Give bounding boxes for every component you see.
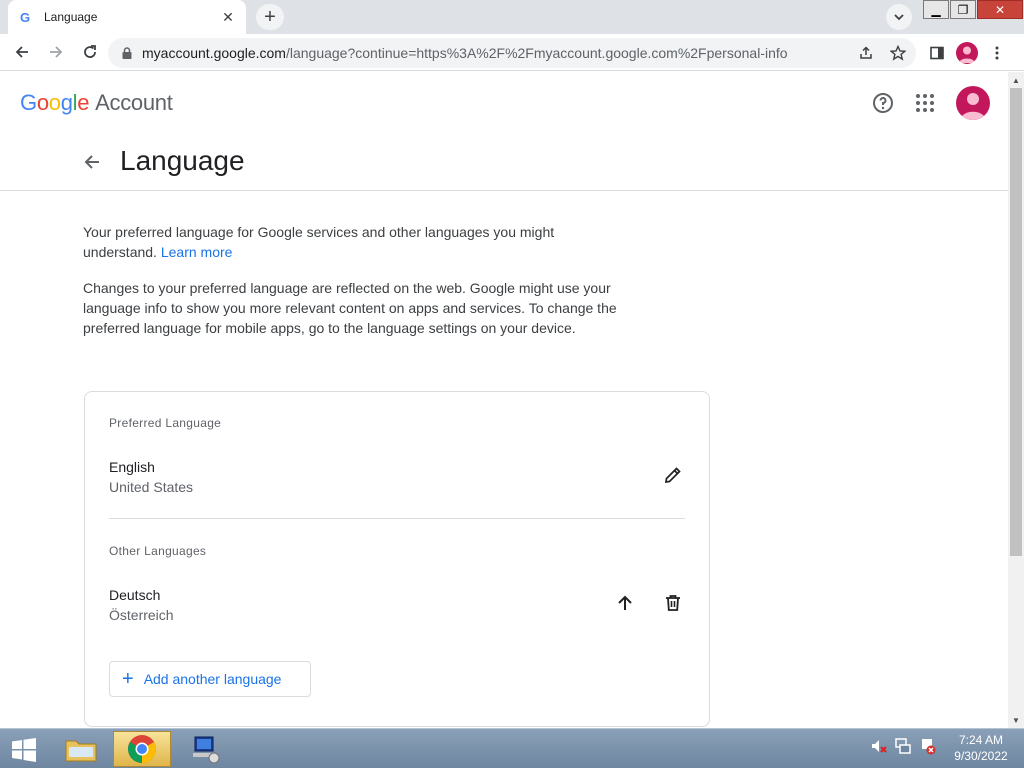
page-title: Language bbox=[120, 145, 245, 176]
close-icon[interactable]: ✕ bbox=[220, 9, 236, 25]
bookmark-button[interactable] bbox=[884, 39, 912, 67]
other-language-region: Österreich bbox=[109, 607, 174, 623]
file-explorer-taskbar-button[interactable] bbox=[52, 731, 110, 767]
arrow-back-icon bbox=[84, 155, 99, 169]
preferred-language-name: English bbox=[109, 459, 155, 475]
new-tab-button[interactable]: + bbox=[256, 4, 284, 30]
learn-more-link[interactable]: Learn more bbox=[161, 244, 233, 260]
share-button[interactable] bbox=[852, 39, 880, 67]
reload-icon bbox=[84, 45, 96, 58]
computer-network-icon bbox=[193, 736, 220, 764]
tab-title: Language bbox=[44, 10, 98, 24]
start-button[interactable] bbox=[6, 735, 42, 765]
system-tray bbox=[870, 737, 936, 755]
scroll-down-icon[interactable]: ▼ bbox=[1008, 712, 1024, 728]
svg-text:G: G bbox=[20, 10, 30, 24]
url-text: myaccount.google.com/language?continue=h… bbox=[142, 45, 788, 61]
star-icon bbox=[890, 45, 906, 61]
profile-button[interactable] bbox=[952, 38, 982, 68]
chrome-icon bbox=[128, 735, 156, 763]
plus-icon: + bbox=[264, 5, 276, 28]
scroll-thumb[interactable] bbox=[1010, 88, 1022, 556]
help-icon bbox=[873, 93, 893, 113]
other-language-name: Deutsch bbox=[109, 587, 161, 603]
minimize-button[interactable]: ▁ bbox=[923, 0, 949, 19]
back-button[interactable] bbox=[6, 36, 38, 68]
system-clock[interactable]: 7:24 AM 9/30/2022 bbox=[948, 732, 1014, 764]
add-language-button[interactable]: + Add another language bbox=[109, 661, 311, 697]
google-favicon-icon: G bbox=[18, 9, 34, 25]
edit-language-button[interactable] bbox=[661, 463, 685, 487]
windows-taskbar: 7:24 AM 9/30/2022 bbox=[0, 728, 1024, 768]
plus-icon: + bbox=[122, 668, 134, 690]
tab-strip: G Language ✕ + ▁ ❐ ✕ bbox=[0, 0, 1024, 34]
intro-text: Your preferred language for Google servi… bbox=[83, 222, 623, 354]
add-language-label: Add another language bbox=[143, 671, 282, 687]
forward-button[interactable] bbox=[40, 36, 72, 68]
chevron-down-icon bbox=[894, 14, 904, 21]
delete-icon bbox=[666, 595, 680, 611]
window-controls: ▁ ❐ ✕ bbox=[923, 0, 1024, 20]
reload-button[interactable] bbox=[74, 36, 106, 68]
other-languages-label: Other Languages bbox=[109, 544, 207, 558]
google-header: Google Account bbox=[0, 72, 1008, 134]
chrome-taskbar-button[interactable] bbox=[113, 731, 171, 767]
folder-icon bbox=[65, 740, 97, 762]
browser-toolbar: myaccount.google.com/language?continue=h… bbox=[0, 34, 1024, 71]
share-icon bbox=[860, 46, 872, 59]
toolbar-right bbox=[922, 38, 1012, 68]
clock-date: 9/30/2022 bbox=[954, 749, 1008, 763]
scroll-up-icon[interactable]: ▲ bbox=[1008, 72, 1024, 88]
restore-button[interactable]: ❐ bbox=[950, 0, 976, 19]
edit-icon bbox=[664, 467, 681, 484]
browser-menu-button[interactable] bbox=[982, 38, 1012, 68]
delete-language-button[interactable] bbox=[661, 591, 685, 615]
windows-start-icon bbox=[12, 738, 36, 762]
side-panel-icon bbox=[930, 46, 944, 60]
volume-muted-icon[interactable] bbox=[870, 737, 888, 755]
account-label: Account bbox=[95, 90, 173, 115]
vertical-scrollbar[interactable]: ▲ ▼ bbox=[1008, 72, 1024, 728]
intro-paragraph-2: Changes to your preferred language are r… bbox=[83, 280, 617, 336]
side-panel-button[interactable] bbox=[922, 38, 952, 68]
menu-icon bbox=[995, 46, 999, 60]
clock-time: 7:24 AM bbox=[958, 733, 1004, 747]
card-divider bbox=[109, 518, 685, 519]
help-button[interactable] bbox=[871, 91, 895, 115]
browser-tab[interactable]: G Language ✕ bbox=[8, 0, 246, 34]
apps-icon bbox=[916, 94, 934, 112]
google-account-logo[interactable]: Google Account bbox=[20, 90, 173, 116]
profile-icon bbox=[956, 42, 978, 64]
forward-icon bbox=[50, 46, 63, 58]
window-close-button[interactable]: ✕ bbox=[977, 0, 1023, 19]
lock-icon bbox=[122, 47, 132, 59]
google-apps-button[interactable] bbox=[913, 91, 937, 115]
preferred-language-label: Preferred Language bbox=[109, 416, 222, 430]
address-bar[interactable]: myaccount.google.com/language?continue=h… bbox=[108, 38, 916, 68]
language-card: Preferred Language English United States… bbox=[84, 391, 710, 727]
back-icon bbox=[15, 46, 28, 58]
account-avatar[interactable] bbox=[956, 86, 990, 120]
network-app-taskbar-button[interactable] bbox=[176, 731, 234, 767]
move-up-button[interactable] bbox=[613, 591, 637, 615]
intro-paragraph-1: Your preferred language for Google servi… bbox=[83, 224, 555, 260]
page-content: Google Account Language Your preferred la… bbox=[0, 72, 1008, 728]
preferred-language-region: United States bbox=[109, 479, 194, 495]
arrow-up-icon bbox=[618, 595, 632, 610]
action-center-icon[interactable] bbox=[918, 737, 936, 755]
tab-search-button[interactable] bbox=[886, 4, 912, 30]
network-icon[interactable] bbox=[894, 737, 912, 755]
back-link[interactable] bbox=[80, 150, 104, 174]
